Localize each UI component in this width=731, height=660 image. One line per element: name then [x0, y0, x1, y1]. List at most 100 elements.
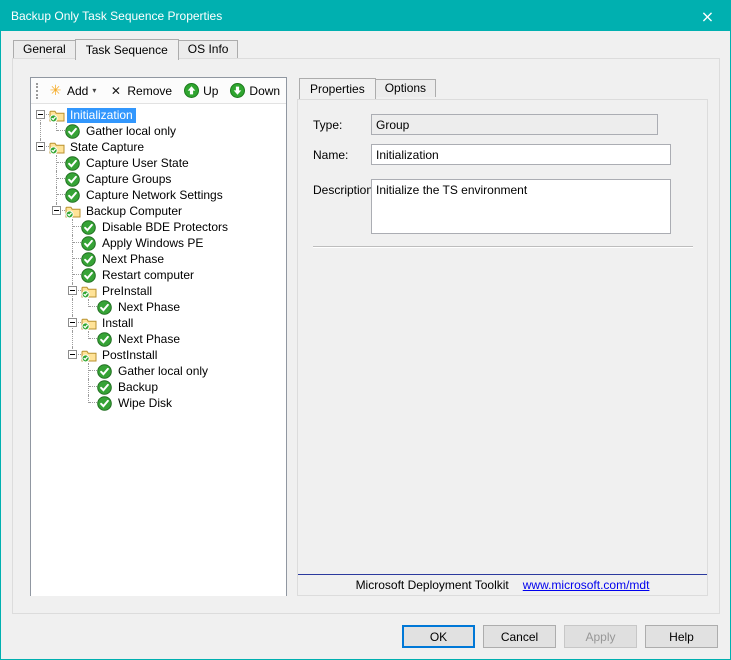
tree-expander-icon[interactable] — [68, 318, 77, 327]
tree-item[interactable]: Wipe Disk — [33, 395, 286, 411]
main-tab-strip: General Task Sequence OS Info — [13, 37, 238, 59]
tree-indent — [33, 315, 49, 331]
up-button-label: Up — [203, 84, 218, 98]
tree-item[interactable]: Gather local only — [33, 123, 286, 139]
tree-item[interactable]: Restart computer — [33, 267, 286, 283]
tree-junction — [81, 363, 97, 379]
tree-indent — [33, 187, 49, 203]
tree-indent — [33, 379, 49, 395]
group-folder-icon — [81, 315, 99, 331]
tree-indent — [33, 331, 49, 347]
step-check-icon — [65, 155, 83, 171]
tree-expander-icon[interactable] — [68, 286, 77, 295]
tree-junction — [49, 155, 65, 171]
cancel-button[interactable]: Cancel — [483, 625, 556, 648]
tree-item[interactable]: Next Phase — [33, 251, 286, 267]
add-button[interactable]: ✳ Add ▾ — [42, 80, 102, 102]
tree-item[interactable]: Capture User State — [33, 155, 286, 171]
tree-item[interactable]: State Capture — [33, 139, 286, 155]
tree-item[interactable]: Gather local only — [33, 363, 286, 379]
tree-item[interactable]: Initialization — [33, 107, 286, 123]
tab-properties[interactable]: Properties — [299, 78, 376, 99]
tree-item-label: Install — [99, 316, 136, 331]
tree-item[interactable]: Next Phase — [33, 331, 286, 347]
description-field[interactable]: Initialize the TS environment — [371, 179, 671, 234]
step-check-icon — [65, 123, 83, 139]
tree-indent — [49, 267, 65, 283]
tree-item[interactable]: PostInstall — [33, 347, 286, 363]
down-button[interactable]: Down — [224, 80, 286, 102]
remove-x-icon: ✕ — [108, 83, 123, 98]
help-button[interactable]: Help — [645, 625, 718, 648]
tree-indent — [49, 299, 65, 315]
tree-item-label: Apply Windows PE — [99, 236, 206, 251]
step-check-icon — [81, 235, 99, 251]
tree-item-label: Backup — [115, 380, 161, 395]
tab-general[interactable]: General — [13, 40, 76, 58]
ok-button[interactable]: OK — [402, 625, 475, 648]
dialog-window: Backup Only Task Sequence Properties × G… — [0, 0, 731, 660]
tree-item[interactable]: Capture Network Settings — [33, 187, 286, 203]
tree-item[interactable]: PreInstall — [33, 283, 286, 299]
tree-indent — [49, 363, 65, 379]
tree-indent — [49, 395, 65, 411]
tree-indent — [33, 267, 49, 283]
task-sequence-page: ✳ Add ▾ ✕ Remove Up — [12, 58, 720, 614]
tree-indent — [33, 219, 49, 235]
tree-indent — [33, 347, 49, 363]
tree-expander-icon[interactable] — [52, 206, 61, 215]
tree-expander-icon[interactable] — [36, 142, 45, 151]
right-tab-strip: Properties Options — [299, 76, 436, 98]
tree-item-label: Capture Network Settings — [83, 188, 226, 203]
tree-item[interactable]: Backup — [33, 379, 286, 395]
step-check-icon — [97, 379, 115, 395]
tree-indent — [49, 379, 65, 395]
step-check-icon — [97, 395, 115, 411]
tree-indent — [65, 331, 81, 347]
step-check-icon — [97, 299, 115, 315]
tree-indent — [65, 379, 81, 395]
up-arrow-icon — [184, 83, 199, 98]
tree-junction — [65, 283, 81, 299]
tree-junction — [33, 139, 49, 155]
tree-junction — [49, 187, 65, 203]
tree-item-label: Disable BDE Protectors — [99, 220, 231, 235]
tree-indent — [49, 251, 65, 267]
tree-indent — [65, 299, 81, 315]
task-sequence-tree: InitializationGather local onlyState Cap… — [31, 104, 286, 596]
tree-junction — [49, 123, 65, 139]
close-button[interactable]: × — [685, 1, 730, 31]
tab-os-info[interactable]: OS Info — [178, 40, 239, 58]
tree-item[interactable]: Backup Computer — [33, 203, 286, 219]
tree-item-label: Capture User State — [83, 156, 192, 171]
apply-button: Apply — [564, 625, 637, 648]
tree-item[interactable]: Next Phase — [33, 299, 286, 315]
name-field[interactable] — [371, 144, 671, 165]
tree-junction — [81, 379, 97, 395]
tree-item[interactable]: Capture Groups — [33, 171, 286, 187]
tree-indent — [49, 283, 65, 299]
tree-item-label: Restart computer — [99, 268, 197, 283]
mdt-website-link[interactable]: www.microsoft.com/mdt — [523, 578, 650, 592]
add-button-label: Add — [67, 84, 88, 98]
tab-task-sequence[interactable]: Task Sequence — [75, 39, 179, 60]
tree-indent — [33, 155, 49, 171]
tree-indent — [49, 331, 65, 347]
tree-item[interactable]: Disable BDE Protectors — [33, 219, 286, 235]
tree-indent — [49, 347, 65, 363]
up-button[interactable]: Up — [178, 80, 224, 102]
tree-expander-icon[interactable] — [36, 110, 45, 119]
tree-expander-icon[interactable] — [68, 350, 77, 359]
remove-button[interactable]: ✕ Remove — [102, 80, 178, 102]
tree-junction — [33, 107, 49, 123]
group-folder-icon — [81, 283, 99, 299]
tree-junction — [65, 315, 81, 331]
form-separator — [313, 246, 693, 248]
window-title: Backup Only Task Sequence Properties — [1, 9, 685, 23]
step-check-icon — [81, 251, 99, 267]
group-folder-icon — [81, 347, 99, 363]
tree-item-label: PreInstall — [99, 284, 155, 299]
tree-item[interactable]: Install — [33, 315, 286, 331]
tab-options[interactable]: Options — [375, 79, 436, 97]
tree-item[interactable]: Apply Windows PE — [33, 235, 286, 251]
